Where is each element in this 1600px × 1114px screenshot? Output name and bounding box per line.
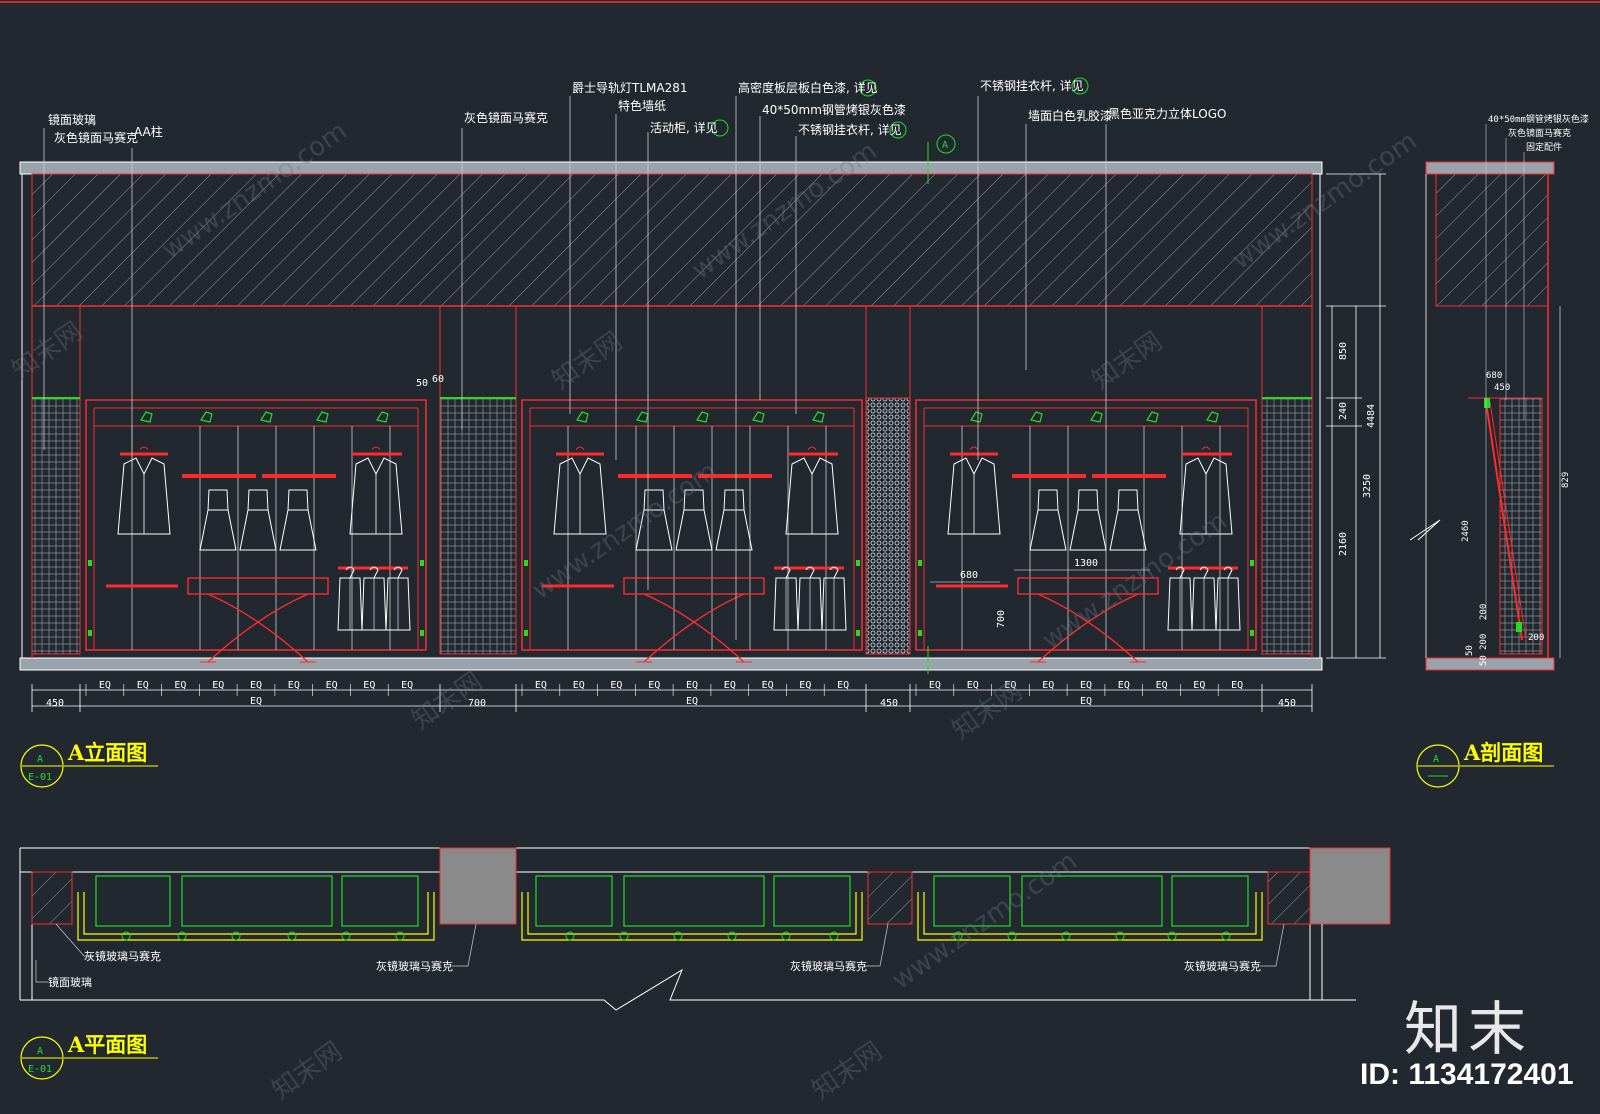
plan-callout-mosaic-3: 灰镜玻璃马赛克 (790, 959, 867, 973)
watermark-site: 知末网 (1087, 326, 1168, 395)
callout-rail-center: 不锈钢挂衣杆, 详见 (798, 122, 902, 137)
dim-bottom-450-left: 450 (46, 698, 64, 709)
eq-label: EQ (326, 680, 338, 691)
eq-label: EQ (99, 680, 111, 691)
section-cut-symbol: A (942, 140, 948, 151)
section-dim-200b: 200 (1479, 634, 1489, 650)
callout-aa-column: AA柱 (134, 124, 163, 139)
eq-label: EQ (174, 680, 186, 691)
watermark-url: www.znzmo.com (887, 846, 1083, 996)
eq-bay-label: EQ (250, 696, 262, 707)
section-callout-fixing: 固定配件 (1526, 141, 1562, 153)
eq-label: EQ (837, 680, 849, 691)
section-dim-2460: 2460 (1461, 520, 1471, 542)
watermark-site: 知末网 (267, 1036, 348, 1105)
eq-dimension-labels: EQ EQ EQ EQ EQ EQ EQ EQ EQ EQ EQ EQ EQ EQ EQ EQ EQ EQ EQ EQ… (85, 680, 1243, 707)
eq-label: EQ (929, 680, 941, 691)
watermark-url: www.znzmo.com (1037, 506, 1233, 656)
eq-bay-label: EQ (686, 696, 698, 707)
eq-label: EQ (212, 680, 224, 691)
eq-label: EQ (1042, 680, 1054, 691)
eq-label: EQ (535, 680, 547, 691)
section-dim-680: 680 (1486, 371, 1502, 381)
section-dim-450: 450 (1494, 383, 1510, 393)
callout-steel-tube: 40*50mm钢管烤银灰色漆 (762, 102, 906, 117)
dim-240: 240 (1338, 402, 1349, 420)
plan-callout-mosaic-1: 灰镜玻璃马赛克 (84, 949, 161, 963)
elevation-title: A E-01 A立面图 (20, 740, 158, 788)
eq-label: EQ (1156, 680, 1168, 691)
dim-60: 60 (432, 374, 444, 385)
eq-label: EQ (762, 680, 774, 691)
eq-label: EQ (1118, 680, 1130, 691)
eq-label: EQ (250, 680, 262, 691)
plan-tag-letter: A (37, 1046, 43, 1057)
plan-tag-sheet: E-01 (28, 1064, 52, 1075)
watermark-brand: 知末 (1404, 995, 1533, 1063)
section-drawing: 40*50mm钢管烤银灰色漆 灰色镜面马赛克 固定配件 680 450 2460… (1409, 113, 1589, 671)
eq-label: EQ (799, 680, 811, 691)
dim-bottom-450-mid: 450 (880, 698, 898, 709)
callout-movable-cabinet: 活动柜, 详见 (650, 120, 718, 135)
plan-callout-mosaic-2: 灰镜玻璃马赛克 (376, 959, 453, 973)
dim-2160: 2160 (1338, 532, 1349, 556)
eq-label: EQ (573, 680, 585, 691)
plan-callout-mosaic-4: 灰镜玻璃马赛克 (1184, 959, 1261, 973)
elevation-tag-letter: A (37, 754, 43, 765)
callout-logo: 黑色亚克力立体LOGO (1108, 106, 1226, 121)
section-dim-50b: 50 (1479, 655, 1489, 666)
dim-850: 850 (1338, 342, 1349, 360)
eq-label: EQ (724, 680, 736, 691)
dim-50: 50 (416, 378, 428, 389)
eq-label: EQ (648, 680, 660, 691)
section-callout-mosaic: 灰色镜面马赛克 (1508, 127, 1571, 139)
plan-title-text: A平面图 (67, 1032, 147, 1057)
callout-grey-mosaic-center: 灰色镜面马赛克 (464, 110, 548, 125)
callout-hd-board: 高密度板层板白色漆, 详见 (738, 80, 878, 95)
plan-drawing: 灰镜玻璃马赛克 镜面玻璃 灰镜玻璃马赛克 灰镜玻璃马赛克 灰镜玻璃马赛克 (19, 847, 1391, 1011)
section-dim-200c: 200 (1528, 633, 1544, 643)
dim-700: 700 (996, 610, 1007, 628)
callout-grey-mosaic-left: 灰色镜面马赛克 (54, 130, 138, 145)
callout-white-paint: 墙面白色乳胶漆 (1028, 108, 1112, 123)
section-tag-letter: A (1433, 754, 1439, 765)
dim-1300: 1300 (1074, 558, 1098, 569)
plan-callout-mirror: 镜面玻璃 (48, 975, 92, 989)
watermark-site: 知末网 (7, 316, 88, 385)
section-dim-50a: 50 (1465, 645, 1475, 656)
section-title-text: A剖面图 (1463, 740, 1543, 765)
section-dim-200a: 200 (1479, 604, 1489, 620)
dim-4484: 4484 (1366, 404, 1377, 428)
eq-bay-label: EQ (1080, 696, 1092, 707)
eq-label: EQ (288, 680, 300, 691)
watermark-id: ID: 1134172401 (1360, 1058, 1574, 1091)
callout-track-light: 爵士导轨灯TLMA281 (572, 81, 687, 95)
eq-label: EQ (686, 680, 698, 691)
section-title: A A剖面图 (1416, 740, 1554, 788)
eq-label: EQ (967, 680, 979, 691)
watermark-url: www.znzmo.com (527, 456, 723, 606)
section-callout-steel: 40*50mm钢管烤银灰色漆 (1488, 113, 1589, 125)
eq-label: EQ (363, 680, 375, 691)
elevation-drawing: A 镜面玻璃 灰色镜面马赛克 AA柱 灰色镜面马赛克 爵士导轨灯TLMA281 … (19, 77, 1386, 712)
callout-mirror-glass: 镜面玻璃 (48, 112, 96, 127)
eq-label: EQ (137, 680, 149, 691)
dim-bottom-450-right: 450 (1278, 698, 1296, 709)
dim-3250: 3250 (1362, 474, 1373, 498)
callout-rail-right: 不锈钢挂衣杆, 详见 (980, 78, 1084, 93)
section-dim-829: 829 (1561, 472, 1571, 488)
eq-label: EQ (1193, 680, 1205, 691)
eq-label: EQ (401, 680, 413, 691)
eq-label: EQ (610, 680, 622, 691)
elevation-title-text: A立面图 (67, 740, 147, 765)
eq-label: EQ (1231, 680, 1243, 691)
dim-680: 680 (960, 570, 978, 581)
watermark-site: 知末网 (807, 1036, 888, 1105)
elevation-tag-sheet: E-01 (28, 772, 52, 783)
cad-drawing: A 镜面玻璃 灰色镜面马赛克 AA柱 灰色镜面马赛克 爵士导轨灯TLMA281 … (0, 1, 1600, 1106)
watermark-site: 知末网 (947, 676, 1028, 745)
eq-label: EQ (1080, 680, 1092, 691)
callout-feature-wallpaper: 特色墙纸 (618, 98, 666, 113)
plan-title: A E-01 A平面图 (20, 1032, 158, 1080)
